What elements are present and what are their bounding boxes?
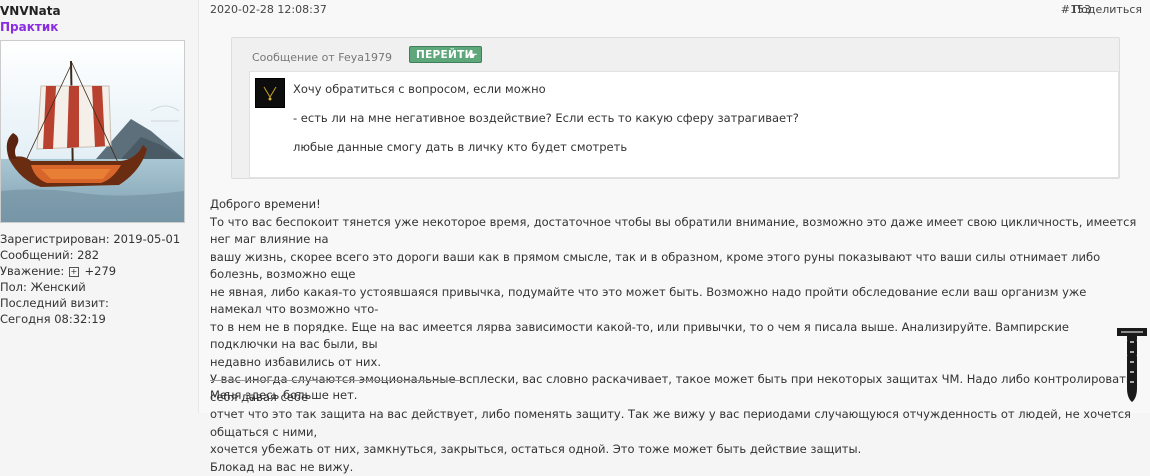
user-stats: Зарегистрирован: 2019-05-01 Сообщений: 2… — [0, 231, 180, 327]
last-visit-label: Последний визит: — [0, 295, 180, 311]
body-line: Блокад на вас не вижу. — [210, 459, 1140, 476]
quote-header: Сообщение от Feya1979 — [252, 51, 392, 64]
quote-line: - есть ли на мне негативное воздействие?… — [293, 111, 799, 125]
quote-content: Хочу обратиться с вопросом, если можно -… — [249, 71, 1119, 178]
post-body: Доброго времени! То что вас беспокоит тя… — [210, 196, 1140, 476]
quote-block: Сообщение от Feya1979 ПЕРЕЙТИ ☛ Хочу обр… — [231, 37, 1120, 179]
user-sidebar: VNVNata Практик — [0, 0, 196, 413]
body-line: не явная, либо какая-то устоявшаяся прив… — [210, 284, 1140, 319]
username-link[interactable]: VNVNata — [0, 4, 61, 18]
signature-text: Меня здесь больше нет. — [210, 388, 357, 402]
body-line: То что вас беспокоит тянется уже некотор… — [210, 214, 1140, 249]
share-link[interactable]: Поделиться — [1073, 3, 1142, 16]
last-visit-value: Сегодня 08:32:19 — [0, 311, 180, 327]
avatar — [0, 40, 185, 223]
pointing-hand-icon: ☛ — [469, 48, 478, 65]
body-line: Доброго времени! — [210, 196, 1140, 214]
body-line: отчет что это так защита на вас действуе… — [210, 406, 1140, 441]
post-count: Сообщений: 282 — [0, 247, 180, 263]
reputation-label: Уважение: — [0, 264, 64, 278]
viking-ship-image — [1, 41, 184, 222]
goto-button[interactable]: ПЕРЕЙТИ ☛ — [409, 46, 482, 63]
goto-label: ПЕРЕЙТИ — [416, 49, 474, 61]
reputation-value: +279 — [85, 264, 117, 278]
quote-line: любые данные смогу дать в личку кто буде… — [293, 140, 627, 154]
quoted-user-avatar — [255, 78, 285, 108]
user-rank: Практик — [0, 20, 58, 34]
body-line: недавно избавились от них. — [210, 354, 1140, 372]
gender: Пол: Женский — [0, 279, 180, 295]
reputation-row: Уважение: + +279 — [0, 263, 180, 279]
post-date: 2020-02-28 12:08:37 — [210, 3, 327, 16]
rune-emblem-icon — [1113, 318, 1150, 404]
registered-date: Зарегистрирован: 2019-05-01 — [0, 231, 180, 247]
body-line: то в нем не в порядке. Еще на вас имеетс… — [210, 319, 1140, 354]
post-container: 2020-02-28 12:08:37 #153 Поделиться Сооб… — [198, 0, 1150, 413]
signature-divider — [210, 380, 460, 381]
plus-icon[interactable]: + — [69, 267, 79, 277]
body-line: хочется убежать от них, замкнуться, закр… — [210, 441, 1140, 459]
quote-line: Хочу обратиться с вопросом, если можно — [293, 82, 546, 96]
body-line: вашу жизнь, скорее всего это дороги ваши… — [210, 249, 1140, 284]
